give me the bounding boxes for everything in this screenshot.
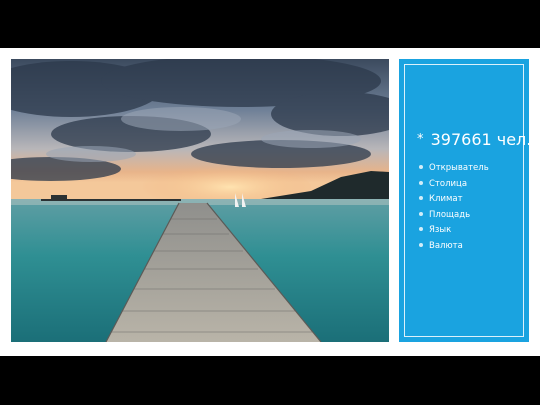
bullet-marker: * (417, 132, 424, 147)
pier-photo (11, 59, 389, 342)
slide: * 397661 чел. Открыватель Столица Климат… (0, 48, 540, 356)
bullet-icon (419, 196, 423, 200)
pier-sunset-image (11, 59, 389, 342)
list-item: Климат (419, 192, 489, 208)
list-item: Открыватель (419, 161, 489, 177)
list-item-label: Климат (429, 194, 463, 204)
list-item-label: Открыватель (429, 163, 489, 173)
list-item-label: Валюта (429, 240, 463, 251)
list-item-label: Язык (429, 225, 452, 235)
population-headline: * 397661 чел. (417, 130, 531, 149)
list-item: Столица (419, 177, 489, 193)
population-value: 397661 чел. (430, 130, 532, 149)
list-item: Валюта (419, 239, 489, 255)
bullet-icon (419, 211, 423, 216)
list-item-label: Площадь (429, 209, 471, 220)
list-item-label: Столица (429, 178, 468, 189)
bullet-icon (419, 227, 423, 231)
list-item: Площадь (419, 208, 489, 224)
list-item: Язык (419, 223, 489, 239)
info-panel: * 397661 чел. Открыватель Столица Климат… (399, 59, 531, 342)
info-list: Открыватель Столица Климат Площадь Язык … (419, 161, 489, 254)
bullet-icon (419, 242, 423, 247)
bullet-icon (419, 180, 423, 185)
bullet-icon (419, 165, 423, 169)
